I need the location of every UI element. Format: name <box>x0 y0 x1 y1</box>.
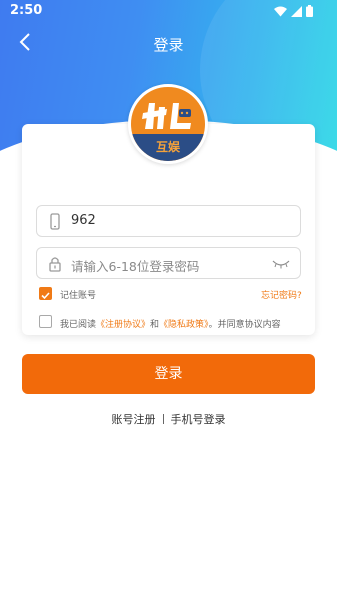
status-icons <box>274 5 313 17</box>
lock-icon <box>49 257 61 272</box>
remember-label: 记住账号 <box>60 291 97 301</box>
signal-icon <box>291 5 302 17</box>
link-divider <box>162 414 164 424</box>
agreement-and: 和 <box>150 320 160 330</box>
agreement-prefix: 我已阅读 <box>60 320 97 330</box>
register-link[interactable]: 账号注册 <box>112 413 156 426</box>
phone-field[interactable]: 962 <box>36 205 301 237</box>
eye-closed-icon[interactable] <box>272 259 290 269</box>
battery-icon <box>306 5 313 17</box>
page-title: 登录 <box>153 36 184 54</box>
bottom-links: 账号注册 手机号登录 <box>0 411 337 427</box>
agreement-suffix: 。并同意协议内容 <box>208 320 281 330</box>
wifi-icon <box>274 6 287 16</box>
phone-input[interactable]: 962 <box>71 213 96 228</box>
forgot-password-link[interactable]: 忘记密码? <box>261 288 302 301</box>
remember-checkbox[interactable] <box>39 287 52 300</box>
password-input[interactable]: 请输入6-18位登录密码 <box>71 256 199 275</box>
agreement-text: 我已阅读《注册协议》和《隐私政策》。并同意协议内容 <box>60 317 281 330</box>
password-field[interactable]: 请输入6-18位登录密码 <box>36 247 301 279</box>
agreement-checkbox[interactable] <box>39 315 52 328</box>
logo-mark-icon <box>142 103 191 129</box>
status-bar: 2:50 <box>0 0 337 24</box>
terms-link[interactable]: 《注册协议》 <box>96 320 150 330</box>
logo-text: 互娱 <box>155 140 180 154</box>
phone-login-link[interactable]: 手机号登录 <box>171 413 226 426</box>
status-time: 2:50 <box>10 3 43 18</box>
nav-bar: 登录 <box>0 28 337 60</box>
phone-icon <box>50 213 60 230</box>
check-icon <box>41 292 50 300</box>
privacy-link[interactable]: 《隐私政策》 <box>159 320 209 330</box>
login-button[interactable]: 登录 <box>22 354 315 394</box>
login-screen: 2:50 登录 互娱 962 请输入6-18位登录密码 记住账号 忘记密码? 我… <box>0 0 337 600</box>
app-logo: 互娱 <box>128 84 208 164</box>
